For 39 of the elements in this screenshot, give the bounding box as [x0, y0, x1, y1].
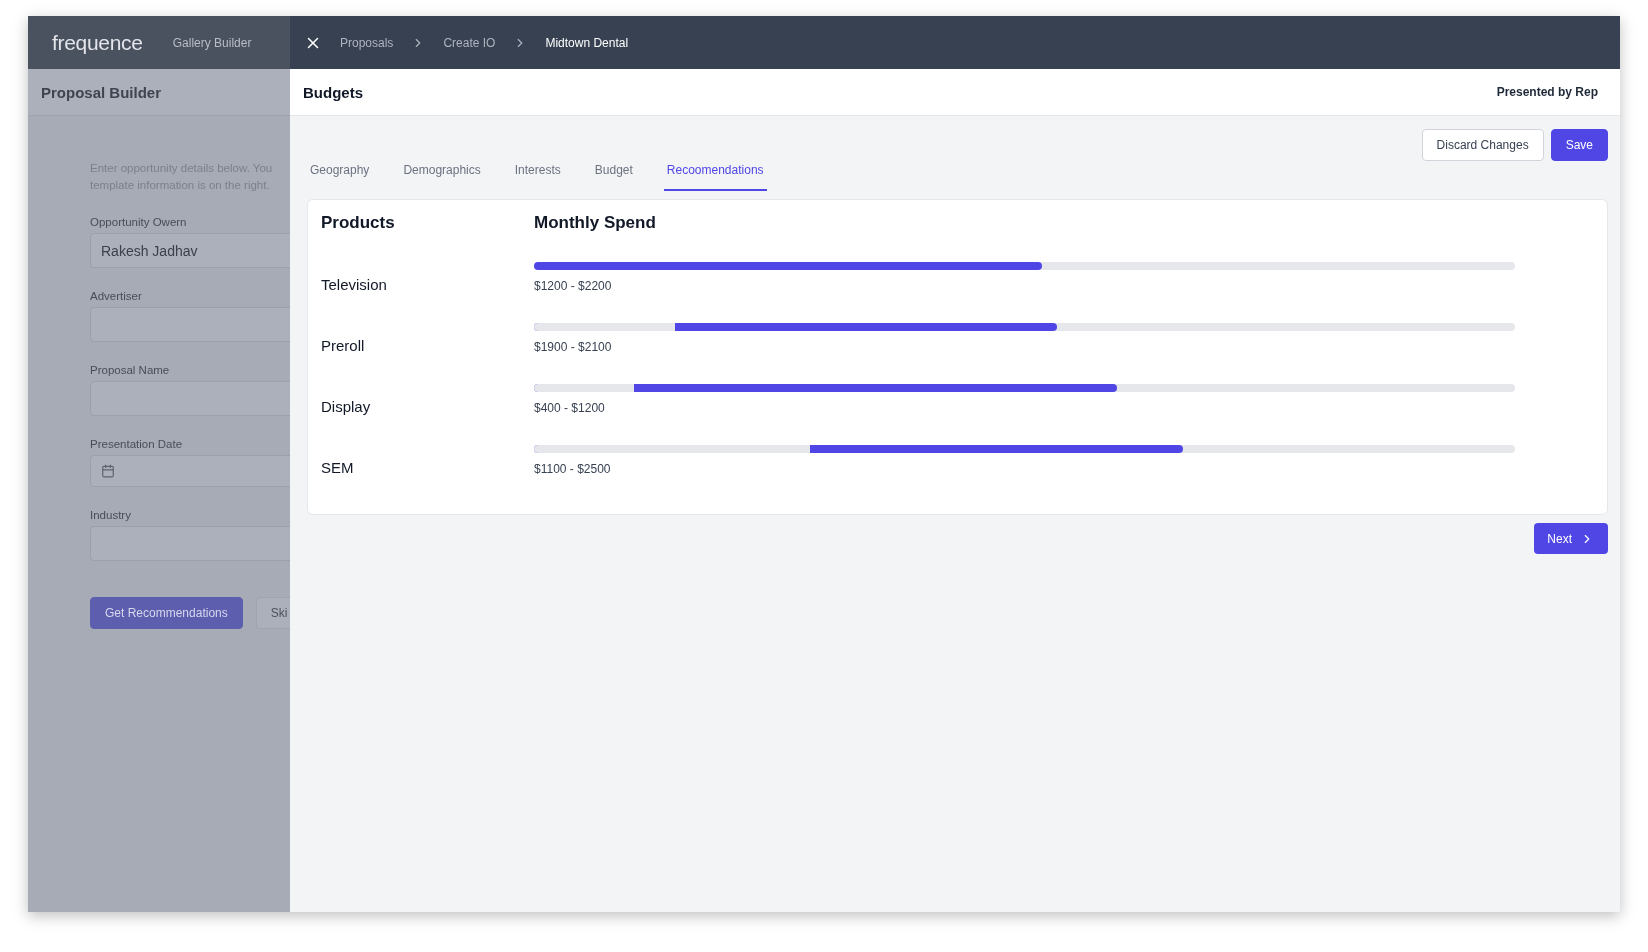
field-label: Industry: [90, 509, 132, 521]
discard-button[interactable]: Discard Changes: [1421, 129, 1544, 161]
input-field[interactable]: [90, 381, 290, 416]
breadcrumb-link[interactable]: Create IO: [443, 35, 496, 50]
nav-link[interactable]: Gallery Builder: [172, 35, 252, 50]
field-label: Opportunity Owern: [90, 216, 188, 228]
breadcrumb-link[interactable]: Proposals: [340, 35, 394, 50]
next-button[interactable]: Next: [1534, 523, 1608, 554]
tab[interactable]: Geography: [307, 161, 373, 191]
product-name: Preroll: [321, 337, 366, 354]
calendar-icon: [101, 464, 115, 478]
tab[interactable]: Interests: [511, 161, 564, 191]
skip-button[interactable]: Ski: [255, 597, 290, 629]
column-heading: Monthly Spend: [534, 213, 657, 233]
input-field[interactable]: [90, 307, 290, 342]
panel-title: Proposal Builder: [41, 83, 162, 101]
range-text: $400 - $1200: [534, 401, 606, 415]
page-title: Budgets: [303, 83, 363, 101]
logo: frequence: [52, 30, 143, 55]
save-button[interactable]: Save: [1550, 129, 1608, 161]
recommendations-button[interactable]: Get Recommendations: [90, 597, 243, 629]
input-field[interactable]: Rakesh Jadhav: [90, 233, 290, 268]
tab[interactable]: Demographics: [400, 161, 484, 191]
field-label: Proposal Name: [90, 364, 171, 376]
column-heading: Products: [321, 213, 396, 233]
breadcrumb-link[interactable]: Midtown Dental: [545, 35, 629, 50]
product-name: Television: [321, 276, 388, 293]
tab[interactable]: Recoomendations: [663, 161, 767, 191]
range-text: $1100 - $2500: [534, 462, 612, 476]
date-field[interactable]: [90, 455, 290, 487]
range-text: $1900 - $2100: [534, 340, 613, 354]
presenter-text: Presented by Rep: [1496, 85, 1598, 99]
range-text: $1200 - $2200: [534, 279, 613, 293]
field-label: Presentation Date: [90, 438, 184, 450]
product-name: SEM: [321, 459, 355, 476]
product-name: Display: [321, 398, 372, 415]
input-field[interactable]: [90, 526, 290, 561]
tab[interactable]: Budget: [591, 161, 636, 191]
field-label: Advertiser: [90, 290, 143, 302]
